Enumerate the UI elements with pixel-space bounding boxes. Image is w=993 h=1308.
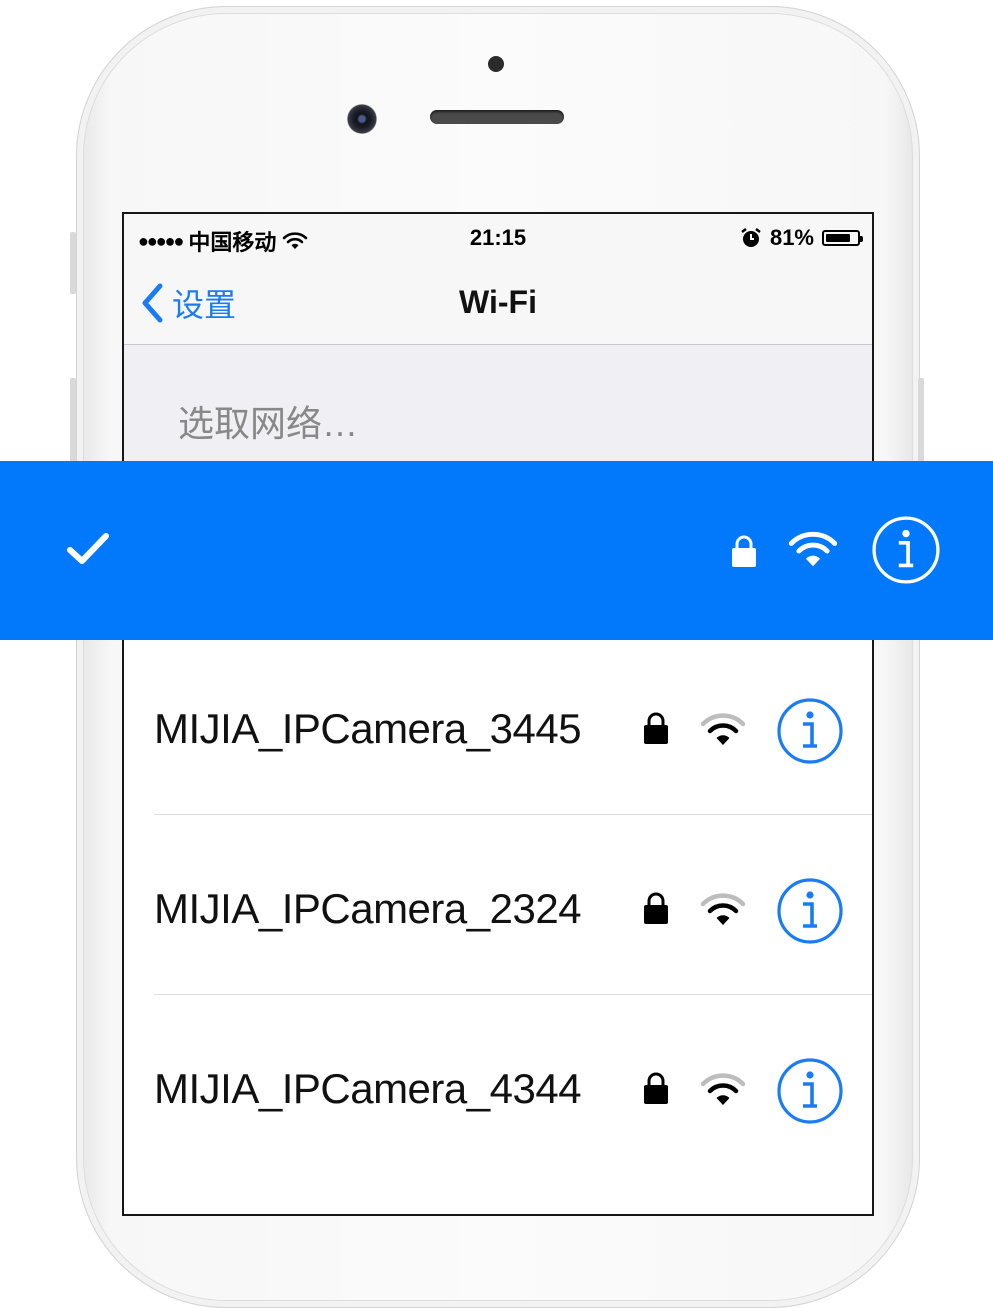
checkmark-icon xyxy=(67,533,109,564)
wifi-signal-icon xyxy=(788,531,838,567)
lock-icon xyxy=(644,712,668,744)
row-separator xyxy=(154,994,872,995)
front-camera xyxy=(347,104,377,134)
navigation-bar: 设置 Wi-Fi xyxy=(124,262,872,345)
proximity-sensor xyxy=(488,56,504,72)
network-name: MIJIA_IPCamera_3445 xyxy=(154,705,582,752)
mute-switch xyxy=(70,232,76,294)
network-row[interactable]: MIJIA_IPCamera_4344 xyxy=(124,1001,872,1181)
choose-network-label: 选取网络… xyxy=(178,403,359,444)
wifi-signal-icon xyxy=(700,893,746,925)
lock-icon xyxy=(732,535,756,567)
selected-network-row[interactable] xyxy=(0,461,993,640)
battery-icon xyxy=(822,230,863,246)
network-name: MIJIA_IPCamera_4344 xyxy=(154,1065,582,1112)
status-bar: ●●●●● 中国移动 21:15 81% xyxy=(124,214,872,262)
network-section-header: 选取网络… xyxy=(124,345,872,465)
row-separator xyxy=(154,814,872,815)
earpiece-speaker xyxy=(430,110,564,124)
wifi-signal-icon xyxy=(700,1073,746,1105)
page-title: Wi-Fi xyxy=(459,284,537,320)
lock-icon xyxy=(644,1072,668,1104)
battery-percent: 81% xyxy=(769,225,814,250)
network-name: MIJIA_IPCamera_2324 xyxy=(154,885,582,932)
alarm-icon xyxy=(741,228,761,247)
battery-fill xyxy=(826,234,850,242)
status-right: 81% xyxy=(740,225,863,251)
wifi-signal-icon xyxy=(700,713,746,745)
network-row[interactable]: MIJIA_IPCamera_3445 xyxy=(124,641,872,821)
info-button[interactable] xyxy=(871,515,941,585)
info-button[interactable] xyxy=(776,1057,844,1125)
network-row[interactable]: MIJIA_IPCamera_2324 xyxy=(124,821,872,1001)
phone-screen: ●●●●● 中国移动 21:15 81% 设置 Wi-Fi 选取网络… MIJI… xyxy=(122,212,874,1216)
lock-icon xyxy=(644,892,668,924)
info-button[interactable] xyxy=(776,697,844,765)
info-button[interactable] xyxy=(776,877,844,945)
